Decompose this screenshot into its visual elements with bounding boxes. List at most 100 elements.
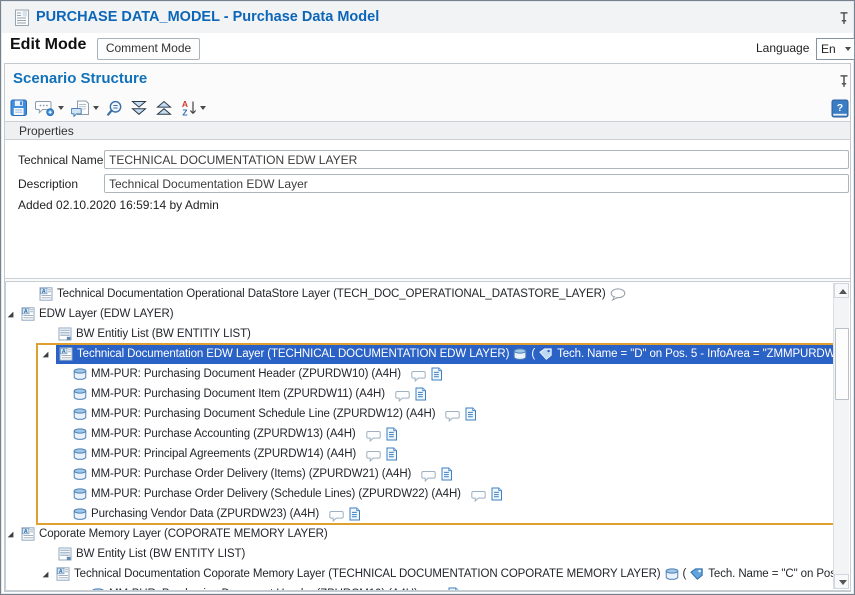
panel-pin-icon[interactable]: [838, 74, 850, 88]
tree-row-label: BW Entity List (BW ENTITY LIST): [76, 548, 245, 560]
sort-az-icon: [180, 99, 197, 117]
tag-icon: [539, 348, 553, 360]
scenario-doc-icon: [21, 527, 35, 541]
paren: (: [683, 568, 687, 580]
comment-bubble-icon[interactable]: [366, 430, 381, 442]
comment-bubble-icon[interactable]: [610, 288, 626, 301]
note-document-icon[interactable]: [386, 447, 397, 461]
tree-row-zpurdw12[interactable]: MM-PUR: Purchasing Document Schedule Lin…: [7, 404, 835, 424]
properties-tab-strip: Properties: [5, 121, 850, 140]
language-label: Language: [756, 41, 809, 55]
scenario-doc-icon: [56, 567, 70, 581]
tree-row-label: Technical Documentation EDW Layer (TECHN…: [77, 348, 509, 360]
adso-icon: [73, 448, 87, 460]
tree-row-zpurdw11[interactable]: MM-PUR: Purchasing Document Item (ZPURDW…: [7, 384, 835, 404]
help-icon[interactable]: [831, 99, 849, 118]
tree-row-corporate-memory-layer[interactable]: Coporate Memory Layer (COPORATE MEMORY L…: [7, 524, 835, 544]
collapse-all-icon[interactable]: [155, 100, 173, 116]
description-label: Description: [18, 177, 78, 191]
tag-icon: [690, 568, 704, 580]
vertical-scrollbar[interactable]: [833, 283, 849, 589]
copy-note-button[interactable]: [71, 100, 99, 117]
description-input[interactable]: [104, 174, 849, 193]
technical-name-input[interactable]: [104, 150, 849, 169]
save-icon[interactable]: [10, 99, 28, 117]
scroll-down-button[interactable]: [834, 574, 849, 589]
language-value: En: [821, 42, 836, 56]
tree-row-zpurdw13[interactable]: MM-PUR: Purchase Accounting (ZPURDW13) (…: [7, 424, 835, 444]
scroll-up-button[interactable]: [834, 283, 849, 298]
condition-text: Tech. Name = "C" on Pos. 5 - InfoArea: [708, 568, 835, 580]
added-info: Added 02.10.2020 16:59:14 by Admin: [18, 198, 219, 212]
tree-row-edw-doc-selected[interactable]: Technical Documentation EDW Layer (TECHN…: [7, 344, 835, 364]
tree-row-label: MM-PUR: Purchase Order Delivery (Items) …: [91, 468, 411, 480]
comment-bubble-icon[interactable]: [445, 410, 460, 422]
tree-row-edw-layer[interactable]: EDW Layer (EDW LAYER): [7, 304, 835, 324]
tree-row-label: MM-PUR: Purchase Order Delivery (Schedul…: [91, 488, 461, 500]
note-document-icon[interactable]: [349, 507, 360, 521]
scenario-doc-icon: [59, 347, 73, 361]
add-comment-button[interactable]: [35, 100, 64, 116]
adso-icon: [73, 428, 87, 440]
comment-bubble-icon[interactable]: [421, 470, 436, 482]
language-select[interactable]: En: [816, 38, 855, 60]
expander-icon[interactable]: [7, 311, 14, 318]
scenario-doc-icon: [21, 307, 35, 321]
model-document-icon: [14, 9, 30, 27]
tree-rows: Technical Documentation Operational Data…: [7, 282, 835, 590]
adso-icon: [73, 468, 87, 480]
note-document-icon[interactable]: [431, 367, 442, 381]
tree-row-bw-entity-list-edw[interactable]: BW Entitiy List (BW ENTITIY LIST): [7, 324, 835, 344]
note-document-icon[interactable]: [448, 587, 459, 590]
expander-icon[interactable]: [7, 531, 14, 538]
pin-icon[interactable]: [838, 11, 850, 25]
edit-mode-label: Edit Mode: [10, 36, 86, 54]
adso-icon: [513, 348, 527, 360]
adso-icon: [73, 408, 87, 420]
tree-row-label: Purchasing Vendor Data (ZPURDW23) (A4H): [91, 508, 319, 520]
chevron-down-icon: [58, 106, 64, 110]
tree-row-cm-doc[interactable]: Technical Documentation Coporate Memory …: [7, 564, 835, 584]
expander-icon[interactable]: [42, 571, 49, 578]
tree-row-zpurdw21[interactable]: MM-PUR: Purchase Order Delivery (Items) …: [7, 464, 835, 484]
note-document-icon[interactable]: [386, 427, 397, 441]
tree-row-partial[interactable]: MM-PUR: Purchasing Document Header (ZPUR…: [7, 584, 835, 590]
comment-bubble-icon[interactable]: [329, 510, 344, 522]
tree-row-label: MM-PUR: Purchasing Document Header (ZPUR…: [109, 588, 418, 590]
scenario-structure-heading: Scenario Structure: [13, 70, 147, 87]
chevron-down-icon: [93, 106, 99, 110]
note-document-icon[interactable]: [415, 387, 426, 401]
tree-row-bw-entity-list-cm[interactable]: BW Entity List (BW ENTITY LIST): [7, 544, 835, 564]
comment-bubble-icon[interactable]: [471, 490, 486, 502]
comment-mode-button[interactable]: Comment Mode: [97, 38, 200, 60]
tree-row-zpurdw10[interactable]: MM-PUR: Purchasing Document Header (ZPUR…: [7, 364, 835, 384]
copy-note-icon: [71, 100, 90, 117]
note-document-icon[interactable]: [465, 407, 476, 421]
tree-row-zpurdw14[interactable]: MM-PUR: Principal Agreements (ZPURDW14) …: [7, 444, 835, 464]
title-bar: PURCHASE DATA_MODEL - Purchase Data Mode…: [2, 2, 853, 34]
comment-bubble-icon[interactable]: [366, 450, 381, 462]
note-document-icon[interactable]: [491, 487, 502, 501]
tree-row-label: Coporate Memory Layer (COPORATE MEMORY L…: [39, 528, 328, 540]
zoom-icon[interactable]: [106, 100, 123, 116]
comment-bubble-icon[interactable]: [411, 370, 426, 382]
expand-all-icon[interactable]: [130, 100, 148, 116]
note-document-icon[interactable]: [441, 467, 452, 481]
adso-icon: [91, 588, 105, 590]
tree-row-operational-datastore-layer[interactable]: Technical Documentation Operational Data…: [7, 284, 835, 304]
selected-row-highlight[interactable]: Technical Documentation EDW Layer (TECHN…: [56, 345, 835, 364]
properties-panel: Technical Name Description Added 02.10.2…: [5, 140, 850, 279]
scrollbar-thumb[interactable]: [835, 328, 849, 400]
expander-icon[interactable]: [42, 351, 49, 358]
scenario-doc-icon: [39, 287, 53, 301]
tree-row-label: MM-PUR: Purchasing Document Schedule Lin…: [91, 408, 435, 420]
adso-icon: [73, 508, 87, 520]
tree-row-zpurdw22[interactable]: MM-PUR: Purchase Order Delivery (Schedul…: [7, 484, 835, 504]
page-title: PURCHASE DATA_MODEL - Purchase Data Mode…: [36, 9, 379, 25]
sort-button[interactable]: [180, 99, 206, 117]
tree-row-label: MM-PUR: Purchasing Document Item (ZPURDW…: [91, 388, 385, 400]
tree-row-zpurdw23[interactable]: Purchasing Vendor Data (ZPURDW23) (A4H): [7, 504, 835, 524]
comment-bubble-icon[interactable]: [395, 390, 410, 402]
properties-tab[interactable]: Properties: [19, 124, 74, 138]
scenario-tree: Technical Documentation Operational Data…: [5, 281, 851, 591]
